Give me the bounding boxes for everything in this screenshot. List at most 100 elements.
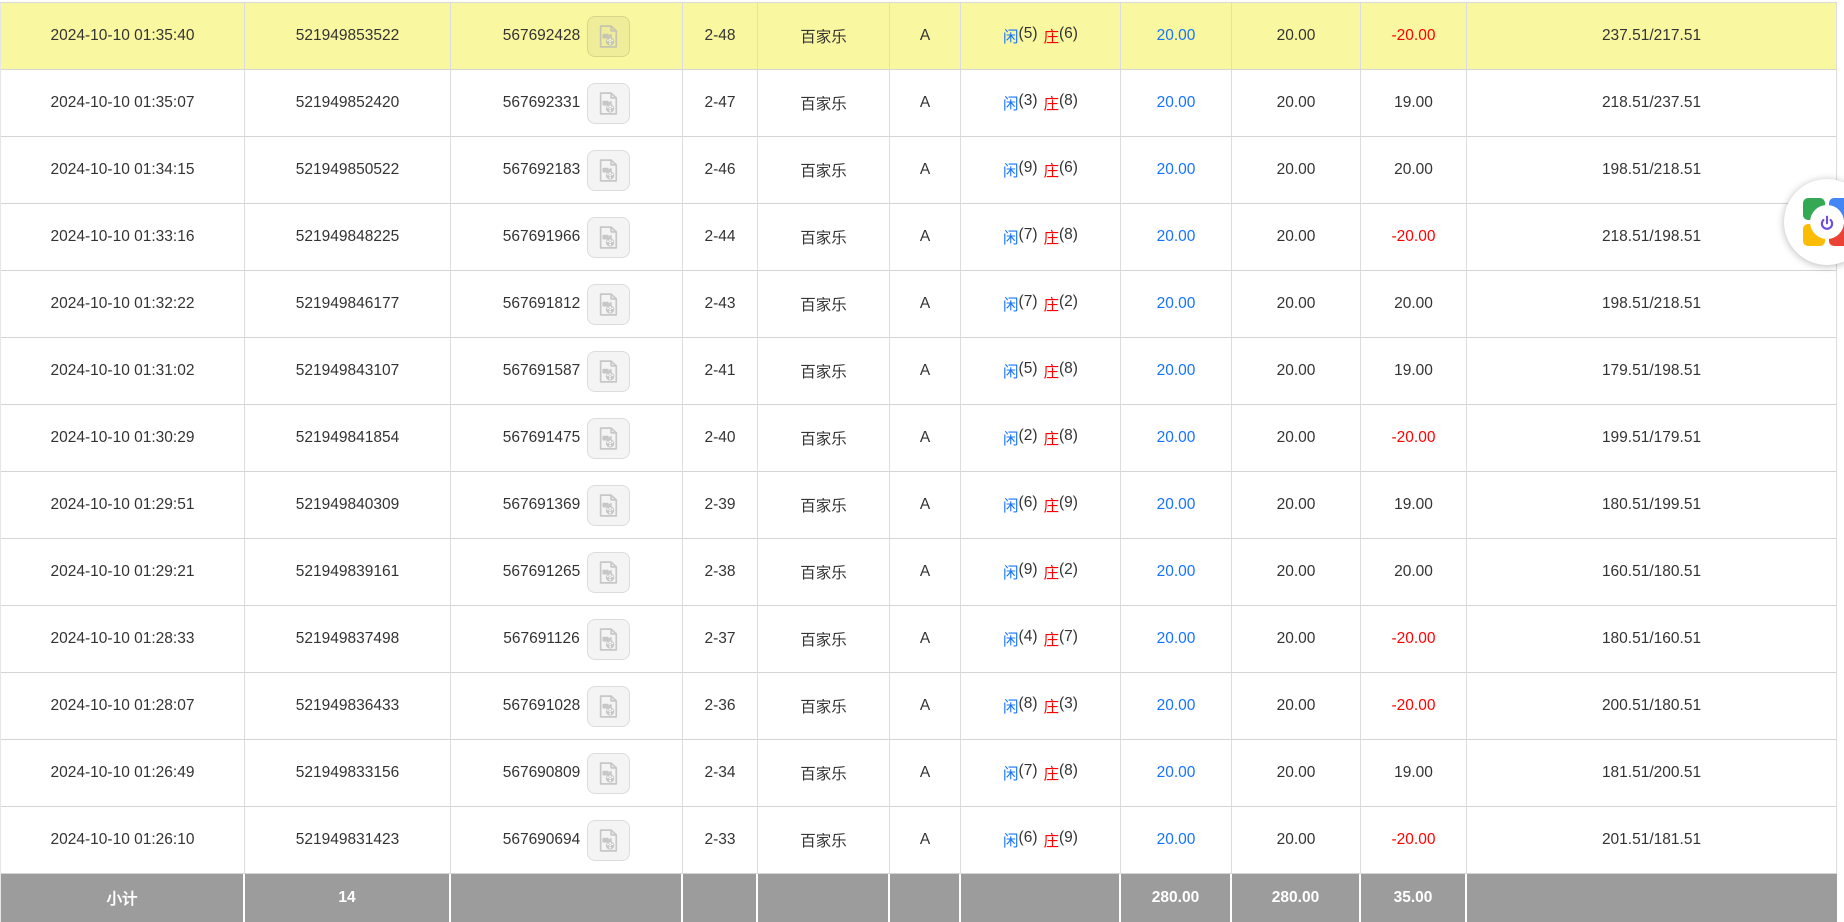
player-label: 闲 bbox=[1003, 92, 1019, 114]
valid-amount-value: 20.00 bbox=[1277, 94, 1316, 112]
banker-label: 庄 bbox=[1044, 226, 1060, 248]
table-row[interactable]: 2024-10-10 01:33:16 521949848225 5676919… bbox=[1, 204, 1837, 271]
bet-amount-cell[interactable]: 20.00 bbox=[1121, 740, 1232, 807]
bet-id-value: 567692428 bbox=[503, 27, 581, 45]
balance-value: 198.51/218.51 bbox=[1602, 161, 1701, 179]
banker-score: (2) bbox=[1059, 561, 1078, 583]
bet-id-cell: 567691028 bbox=[451, 673, 683, 740]
winloss-value: 19.00 bbox=[1394, 496, 1433, 514]
bet-amount-cell[interactable]: 20.00 bbox=[1121, 472, 1232, 539]
video-replay-button[interactable] bbox=[587, 485, 630, 526]
table-label-cell: A bbox=[890, 740, 961, 807]
video-replay-button[interactable] bbox=[587, 753, 630, 794]
bet-amount-cell[interactable]: 20.00 bbox=[1121, 271, 1232, 338]
serial-cell: 521949846177 bbox=[245, 271, 451, 338]
winloss-value: 19.00 bbox=[1394, 94, 1433, 112]
table-label-cell: A bbox=[890, 807, 961, 874]
video-replay-button[interactable] bbox=[587, 619, 630, 660]
valid-amount-cell: 20.00 bbox=[1232, 539, 1361, 606]
bet-amount-cell[interactable]: 20.00 bbox=[1121, 204, 1232, 271]
video-replay-button[interactable] bbox=[587, 284, 630, 325]
time-value: 2024-10-10 01:31:02 bbox=[51, 362, 195, 380]
banker-label: 庄 bbox=[1044, 762, 1060, 784]
bet-amount-cell[interactable]: 20.00 bbox=[1121, 606, 1232, 673]
game-cell: 百家乐 bbox=[758, 539, 890, 606]
video-replay-button[interactable] bbox=[587, 686, 630, 727]
winloss-value: 20.00 bbox=[1394, 295, 1433, 313]
video-replay-button[interactable] bbox=[587, 351, 630, 392]
video-replay-button[interactable] bbox=[587, 83, 630, 124]
winloss-cell: 19.00 bbox=[1361, 472, 1467, 539]
game-value: 百家乐 bbox=[800, 25, 847, 47]
round-value: 2-48 bbox=[704, 27, 735, 45]
bet-amount-cell[interactable]: 20.00 bbox=[1121, 673, 1232, 740]
time-cell: 2024-10-10 01:34:15 bbox=[1, 137, 245, 204]
banker-score: (8) bbox=[1059, 427, 1078, 449]
video-replay-button[interactable] bbox=[587, 418, 630, 459]
table-row[interactable]: 2024-10-10 01:28:07 521949836433 5676910… bbox=[1, 673, 1837, 740]
table-label-cell: A bbox=[890, 137, 961, 204]
table-row[interactable]: 2024-10-10 01:35:07 521949852420 5676923… bbox=[1, 70, 1837, 137]
bet-id-cell: 567690694 bbox=[451, 807, 683, 874]
table-row[interactable]: 2024-10-10 01:34:15 521949850522 5676921… bbox=[1, 137, 1837, 204]
bet-id-value: 567691812 bbox=[503, 295, 581, 313]
subtotal-empty-cell bbox=[451, 874, 683, 922]
table-row[interactable]: 2024-10-10 01:32:22 521949846177 5676918… bbox=[1, 271, 1837, 338]
round-value: 2-39 bbox=[704, 496, 735, 514]
table-label-value: A bbox=[920, 563, 930, 581]
round-value: 2-37 bbox=[704, 630, 735, 648]
serial-value: 521949848225 bbox=[296, 228, 399, 246]
table-label-cell: A bbox=[890, 472, 961, 539]
table-row[interactable]: 2024-10-10 01:30:29 521949841854 5676914… bbox=[1, 405, 1837, 472]
serial-cell: 521949836433 bbox=[245, 673, 451, 740]
time-value: 2024-10-10 01:35:40 bbox=[51, 27, 195, 45]
result-cell: 闲(3)庄(8) bbox=[961, 70, 1121, 137]
serial-cell: 521949848225 bbox=[245, 204, 451, 271]
result-cell: 闲(9)庄(6) bbox=[961, 137, 1121, 204]
bet-id-cell: 567692331 bbox=[451, 70, 683, 137]
tap-hand-icon bbox=[1810, 205, 1844, 239]
time-value: 2024-10-10 01:33:16 bbox=[51, 228, 195, 246]
game-value: 百家乐 bbox=[800, 360, 847, 382]
table-label-cell: A bbox=[890, 3, 961, 70]
bet-amount-cell[interactable]: 20.00 bbox=[1121, 405, 1232, 472]
game-cell: 百家乐 bbox=[758, 606, 890, 673]
table-label-cell: A bbox=[890, 338, 961, 405]
result-text: 闲(7)庄(8) bbox=[1003, 226, 1078, 248]
table-label-cell: A bbox=[890, 539, 961, 606]
table-row[interactable]: 2024-10-10 01:28:33 521949837498 5676911… bbox=[1, 606, 1837, 673]
bet-amount-cell[interactable]: 20.00 bbox=[1121, 539, 1232, 606]
round-value: 2-36 bbox=[704, 697, 735, 715]
valid-amount-cell: 20.00 bbox=[1232, 3, 1361, 70]
bet-amount-cell[interactable]: 20.00 bbox=[1121, 807, 1232, 874]
banker-label: 庄 bbox=[1044, 360, 1060, 382]
table-row[interactable]: 2024-10-10 01:29:21 521949839161 5676912… bbox=[1, 539, 1837, 606]
balance-value: 201.51/181.51 bbox=[1602, 831, 1701, 849]
round-cell: 2-48 bbox=[683, 3, 758, 70]
table-row[interactable]: 2024-10-10 01:35:40 521949853522 5676924… bbox=[1, 3, 1837, 70]
video-file-icon bbox=[595, 559, 622, 586]
winloss-cell: -20.00 bbox=[1361, 405, 1467, 472]
game-value: 百家乐 bbox=[800, 226, 847, 248]
bet-amount-cell[interactable]: 20.00 bbox=[1121, 137, 1232, 204]
player-score: (7) bbox=[1019, 226, 1038, 248]
table-row[interactable]: 2024-10-10 01:26:49 521949833156 5676908… bbox=[1, 740, 1837, 807]
video-replay-button[interactable] bbox=[587, 217, 630, 258]
video-replay-button[interactable] bbox=[587, 150, 630, 191]
serial-cell: 521949839161 bbox=[245, 539, 451, 606]
balance-cell: 180.51/160.51 bbox=[1467, 606, 1837, 673]
video-replay-button[interactable] bbox=[587, 552, 630, 593]
table-row[interactable]: 2024-10-10 01:26:10 521949831423 5676906… bbox=[1, 807, 1837, 874]
bet-amount-cell[interactable]: 20.00 bbox=[1121, 70, 1232, 137]
bet-id-value: 567691966 bbox=[503, 228, 581, 246]
serial-value: 521949846177 bbox=[296, 295, 399, 313]
table-row[interactable]: 2024-10-10 01:29:51 521949840309 5676913… bbox=[1, 472, 1837, 539]
video-replay-button[interactable] bbox=[587, 16, 630, 57]
video-replay-button[interactable] bbox=[587, 820, 630, 861]
bet-amount-cell[interactable]: 20.00 bbox=[1121, 3, 1232, 70]
result-cell: 闲(7)庄(8) bbox=[961, 740, 1121, 807]
bet-amount-cell[interactable]: 20.00 bbox=[1121, 338, 1232, 405]
table-row[interactable]: 2024-10-10 01:31:02 521949843107 5676915… bbox=[1, 338, 1837, 405]
banker-score: (6) bbox=[1059, 25, 1078, 47]
result-text: 闲(6)庄(9) bbox=[1003, 829, 1078, 851]
